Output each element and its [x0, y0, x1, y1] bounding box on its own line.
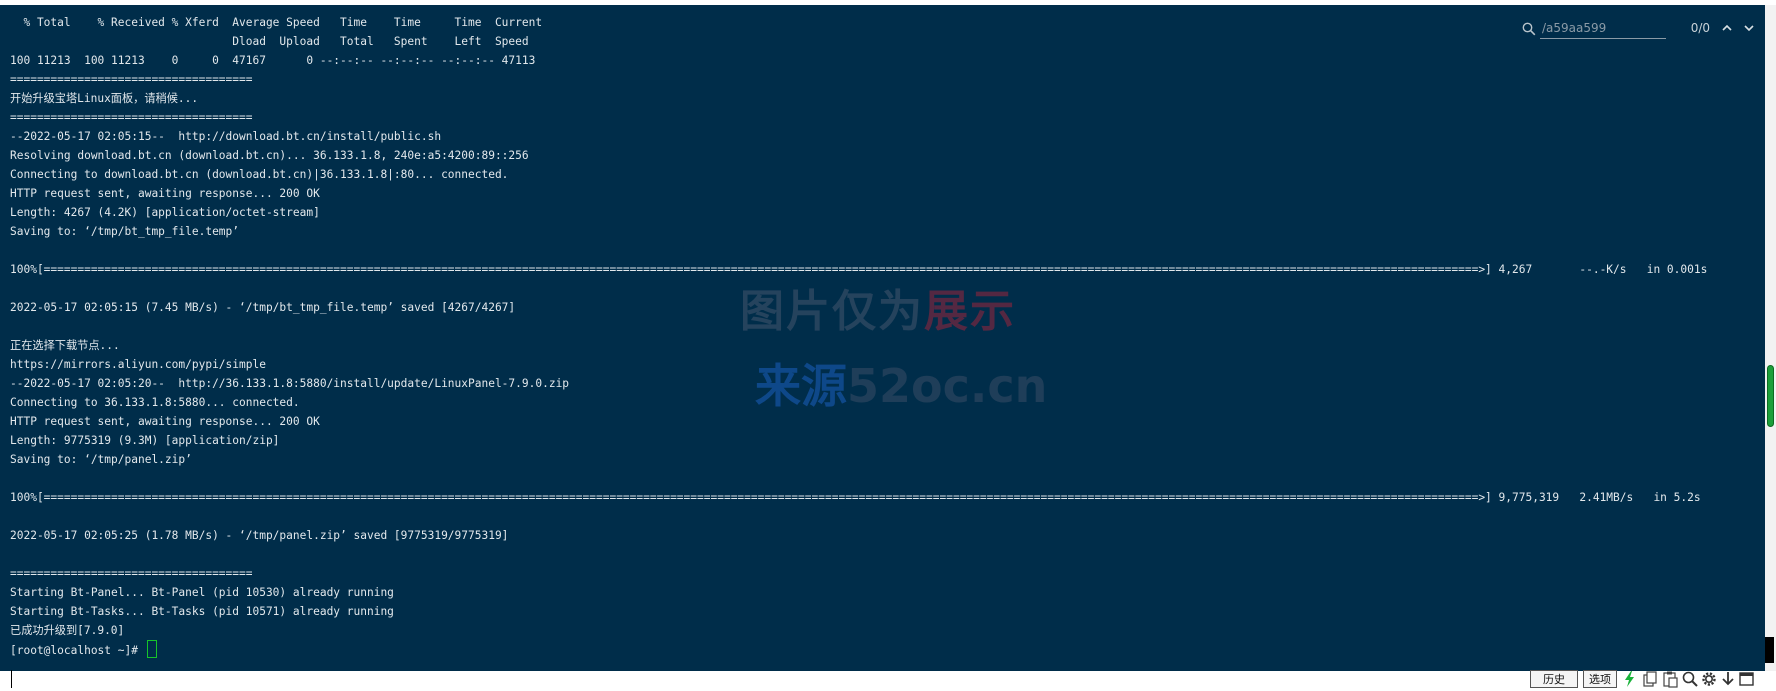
terminal-line: ====================================	[10, 567, 253, 580]
terminal-line: Saving to: ‘/tmp/panel.zip’	[10, 453, 192, 466]
copy-icon[interactable]	[1641, 670, 1659, 688]
terminal-line: https://mirrors.aliyun.com/pypi/simple	[10, 358, 266, 371]
download-icon[interactable]	[1719, 670, 1737, 688]
history-button[interactable]: 历史	[1530, 670, 1578, 688]
search-input[interactable]	[1540, 17, 1666, 39]
chevron-down-icon[interactable]	[1740, 19, 1758, 37]
scrollbar-thumb[interactable]	[1767, 365, 1774, 427]
terminal-line: 正在选择下载节点...	[10, 339, 120, 352]
chevron-up-icon[interactable]	[1718, 19, 1736, 37]
terminal-line: Resolving download.bt.cn (download.bt.cn…	[10, 149, 529, 162]
options-button[interactable]: 选项	[1583, 670, 1617, 688]
terminal-line: 100%[===================================…	[10, 263, 1708, 276]
terminal-line: 2022-05-17 02:05:25 (1.78 MB/s) - ‘/tmp/…	[10, 529, 509, 542]
terminal-line: 已成功升级到[7.9.0]	[10, 624, 125, 637]
gear-icon[interactable]	[1700, 670, 1718, 688]
terminal-line: Dload Upload Total Spent Left Speed	[10, 35, 529, 48]
terminal-line: 开始升级宝塔Linux面板，请稍候...	[10, 92, 199, 105]
lightning-icon[interactable]	[1621, 670, 1639, 688]
terminal-line: ====================================	[10, 111, 253, 124]
terminal-search-bar: 0/0	[1522, 15, 1776, 41]
command-input-bar[interactable]	[0, 671, 1776, 691]
command-input-caret	[11, 670, 12, 688]
terminal-line: --2022-05-17 02:05:15-- http://download.…	[10, 130, 442, 143]
terminal-prompt-line: [root@localhost ~]#	[10, 640, 1707, 659]
ssh-terminal-window: % Total % Received % Xferd Average Speed…	[0, 0, 1776, 691]
terminal-line: Length: 4267 (4.2K) [application/octet-s…	[10, 206, 320, 219]
terminal-cursor	[146, 640, 157, 658]
terminal-line: --2022-05-17 02:05:20-- http://36.133.1.…	[10, 377, 570, 390]
terminal-line: HTTP request sent, awaiting response... …	[10, 415, 320, 428]
terminal-line: Connecting to 36.133.1.8:5880... connect…	[10, 396, 300, 409]
terminal-line: % Total % Received % Xferd Average Speed…	[10, 16, 543, 29]
search-icon	[1522, 21, 1536, 36]
scrollbar-marker	[1765, 637, 1774, 663]
search-match-count: 0/0	[1690, 21, 1710, 35]
terminal-line: ====================================	[10, 73, 253, 86]
paste-icon[interactable]	[1661, 670, 1679, 688]
window-icon[interactable]	[1738, 670, 1756, 688]
terminal-output-area[interactable]: % Total % Received % Xferd Average Speed…	[0, 5, 1776, 671]
terminal-lines: % Total % Received % Xferd Average Speed…	[10, 13, 1707, 659]
terminal-line: HTTP request sent, awaiting response... …	[10, 187, 320, 200]
terminal-line: 100 11213 100 11213 0 0 47167 0 --:--:--…	[10, 54, 536, 67]
vertical-scrollbar[interactable]	[1765, 5, 1776, 671]
terminal-line: 100%[===================================…	[10, 491, 1701, 504]
terminal-line: Saving to: ‘/tmp/bt_tmp_file.temp’	[10, 225, 240, 238]
shell-prompt: [root@localhost ~]#	[10, 644, 145, 657]
terminal-line: Length: 9775319 (9.3M) [application/zip]	[10, 434, 280, 447]
terminal-line: Starting Bt-Panel... Bt-Panel (pid 10530…	[10, 586, 394, 599]
magnifier-icon[interactable]	[1681, 670, 1699, 688]
terminal-line: Connecting to download.bt.cn (download.b…	[10, 168, 509, 181]
terminal-line: Starting Bt-Tasks... Bt-Tasks (pid 10571…	[10, 605, 394, 618]
terminal-line: 2022-05-17 02:05:15 (7.45 MB/s) - ‘/tmp/…	[10, 301, 516, 314]
